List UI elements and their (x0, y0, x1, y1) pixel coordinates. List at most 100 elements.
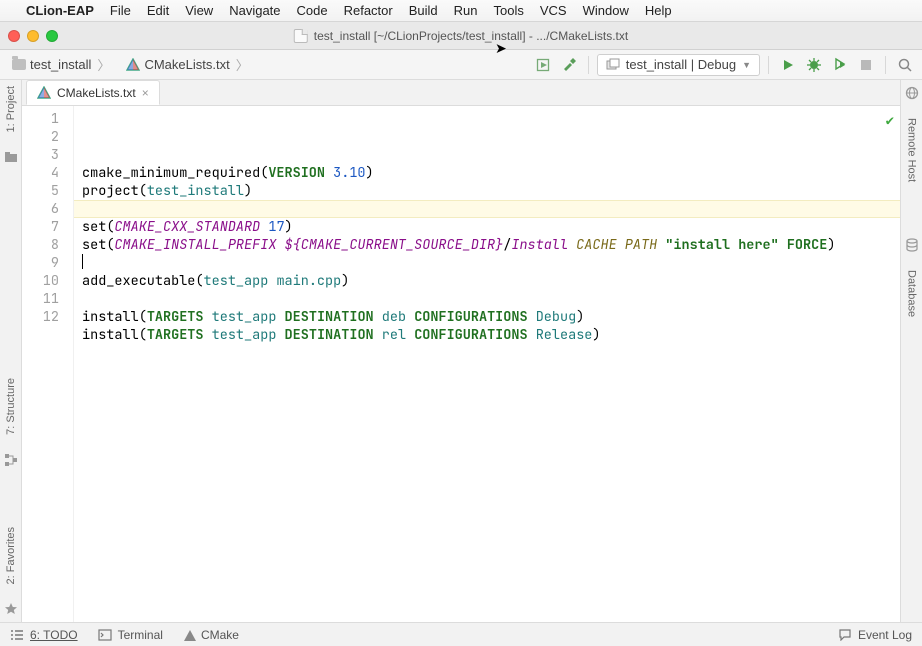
code-line[interactable]: install(TARGETS test_app DESTINATION deb… (82, 308, 892, 326)
window-minimize-icon[interactable] (27, 30, 39, 42)
menu-refactor[interactable]: Refactor (344, 3, 393, 18)
code-line[interactable]: install(TARGETS test_app DESTINATION rel… (82, 326, 892, 344)
tab-label: CMakeLists.txt (57, 86, 136, 100)
breadcrumb-project[interactable]: test_install 〉 (6, 53, 116, 76)
stop-button[interactable] (855, 54, 877, 76)
main-body: 1: Project 7: Structure 2: Favorites CMa… (0, 80, 922, 622)
tool-window-database[interactable]: Database (906, 270, 918, 317)
cmake-icon (37, 86, 51, 100)
code-line[interactable]: set(CMAKE_INSTALL_PREFIX ${CMAKE_CURRENT… (82, 236, 892, 254)
line-number: 5 (22, 182, 59, 200)
window-titlebar: test_install [~/CLionProjects/test_insta… (0, 22, 922, 50)
separator (588, 56, 589, 74)
status-terminal[interactable]: Terminal (98, 628, 163, 642)
status-event-log[interactable]: Event Log (838, 628, 912, 642)
close-icon[interactable]: × (142, 86, 149, 100)
menu-code[interactable]: Code (297, 3, 328, 18)
separator (768, 56, 769, 74)
code-line[interactable]: cmake_minimum_required(VERSION 3.10) (82, 164, 892, 182)
text-caret (82, 254, 83, 269)
menu-view[interactable]: View (185, 3, 213, 18)
cmake-icon (126, 58, 140, 72)
status-bar: 6: TODO Terminal CMake Event Log (0, 622, 922, 646)
breadcrumb-project-label: test_install (30, 57, 91, 72)
tool-window-structure[interactable]: 7: Structure (5, 378, 17, 435)
code-line[interactable] (82, 254, 892, 272)
left-tool-rail: 1: Project 7: Structure 2: Favorites (0, 80, 22, 622)
line-number: 8 (22, 236, 59, 254)
line-number: 4 (22, 164, 59, 182)
status-cmake[interactable]: CMake (183, 628, 239, 642)
remote-host-icon[interactable] (905, 86, 919, 100)
code-line[interactable] (82, 344, 892, 362)
window-zoom-icon[interactable] (46, 30, 58, 42)
tool-window-favorites[interactable]: 2: Favorites (5, 527, 17, 584)
line-number: 1 (22, 110, 59, 128)
project-folder-icon[interactable] (4, 150, 18, 164)
editor-area: CMakeLists.txt × 123456789101112 ✔ cmake… (22, 80, 900, 622)
line-number: 12 (22, 308, 59, 326)
menu-vcs[interactable]: VCS (540, 3, 567, 18)
star-icon[interactable] (4, 602, 18, 616)
rail-label: 7: Structure (5, 378, 17, 435)
target-icon (606, 58, 620, 72)
status-event-log-label: Event Log (858, 628, 912, 642)
breadcrumb-file[interactable]: CMakeLists.txt 〉 (120, 53, 254, 76)
menu-tools[interactable]: Tools (494, 3, 524, 18)
status-todo[interactable]: 6: TODO (10, 628, 78, 642)
tool-window-remote-host[interactable]: Remote Host (906, 118, 918, 182)
menu-file[interactable]: File (110, 3, 131, 18)
code-line[interactable] (82, 290, 892, 308)
rail-label: Database (906, 270, 918, 317)
line-number: 9 (22, 254, 59, 272)
hammer-icon[interactable] (558, 54, 580, 76)
menu-edit[interactable]: Edit (147, 3, 169, 18)
window-title: test_install [~/CLionProjects/test_insta… (294, 29, 628, 43)
tab-cmakelists[interactable]: CMakeLists.txt × (26, 80, 160, 105)
menu-navigate[interactable]: Navigate (229, 3, 280, 18)
run-config-label: test_install | Debug (626, 57, 736, 72)
chevron-down-icon: ▼ (742, 60, 751, 70)
status-cmake-label: CMake (201, 628, 239, 642)
database-icon[interactable] (905, 238, 919, 252)
app-name[interactable]: CLion-EAP (26, 3, 94, 18)
code-line[interactable]: set(CMAKE_CXX_STANDARD 17) (82, 218, 892, 236)
file-icon (294, 29, 308, 43)
tool-window-project[interactable]: 1: Project (5, 86, 17, 132)
rail-label: Remote Host (906, 118, 918, 182)
menu-help[interactable]: Help (645, 3, 672, 18)
code-editor[interactable]: 123456789101112 ✔ cmake_minimum_required… (22, 106, 900, 622)
status-todo-label: 6: TODO (30, 628, 78, 642)
code-line[interactable]: project(test_install) (82, 182, 892, 200)
speech-bubble-icon (838, 629, 852, 641)
chevron-right-icon: 〉 (97, 55, 110, 74)
menu-run[interactable]: Run (454, 3, 478, 18)
window-title-text: test_install [~/CLionProjects/test_insta… (314, 29, 628, 43)
line-number: 7 (22, 218, 59, 236)
line-number: 10 (22, 272, 59, 290)
menu-window[interactable]: Window (583, 3, 629, 18)
debug-button[interactable] (803, 54, 825, 76)
menu-build[interactable]: Build (409, 3, 438, 18)
search-everywhere-button[interactable] (894, 54, 916, 76)
run-config-selector[interactable]: test_install | Debug ▼ (597, 54, 760, 76)
code-line[interactable]: add_executable(test_app main.cpp) (82, 272, 892, 290)
structure-icon[interactable] (4, 453, 18, 467)
rail-label: 2: Favorites (5, 527, 17, 584)
run-button[interactable] (777, 54, 799, 76)
run-with-coverage-button[interactable] (829, 54, 851, 76)
status-terminal-label: Terminal (118, 628, 163, 642)
code-content[interactable]: ✔ cmake_minimum_required(VERSION 3.10)pr… (74, 106, 900, 622)
code-line[interactable] (82, 362, 892, 380)
breadcrumb-file-label: CMakeLists.txt (144, 57, 229, 72)
editor-tabs: CMakeLists.txt × (22, 80, 900, 106)
navigation-bar: test_install 〉 CMakeLists.txt 〉 test_ins… (0, 50, 922, 80)
terminal-icon (98, 629, 112, 641)
right-tool-rail: Remote Host Database (900, 80, 922, 622)
folder-icon (12, 59, 26, 70)
line-number: 11 (22, 290, 59, 308)
separator (885, 56, 886, 74)
window-controls (8, 30, 58, 42)
window-close-icon[interactable] (8, 30, 20, 42)
build-icon[interactable] (532, 54, 554, 76)
